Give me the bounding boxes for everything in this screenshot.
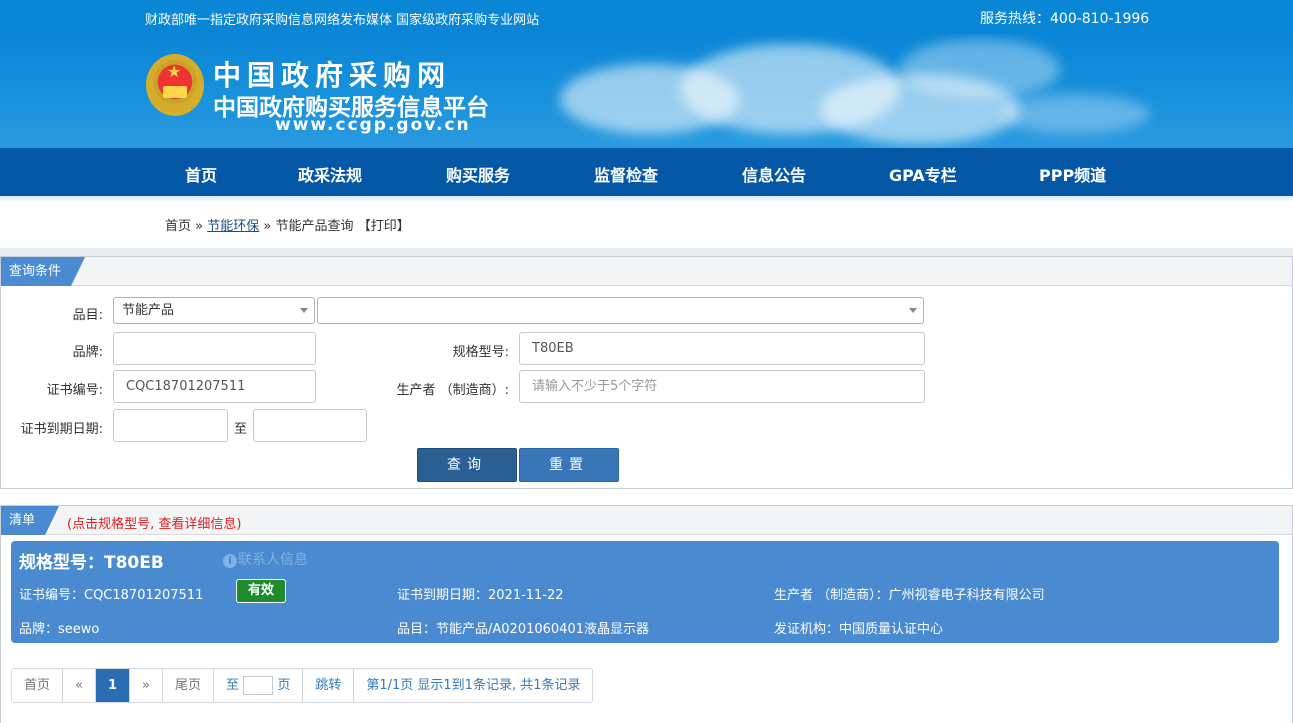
service-hotline: 服务热线：400-810-1996 bbox=[980, 11, 1150, 27]
contact-info-link[interactable]: i 联系人信息 bbox=[223, 549, 308, 569]
category-label: 品目: bbox=[72, 308, 103, 323]
result-expire-date: 证书到期日期：2021-11-22 bbox=[397, 588, 564, 603]
nav-item-supervision[interactable]: 监督检查 bbox=[594, 162, 658, 186]
contact-info-label: 联系人信息 bbox=[238, 552, 308, 568]
nav-item-gpa[interactable]: GPA专栏 bbox=[889, 162, 957, 186]
reset-button[interactable]: 重置 bbox=[519, 448, 619, 482]
nav-item-ppp[interactable]: PPP频道 bbox=[1039, 162, 1106, 186]
brand-label: 品牌: bbox=[72, 345, 103, 360]
main-nav: 首页 政采法规 购买服务 监督检查 信息公告 GPA专栏 PPP频道 bbox=[0, 148, 1293, 196]
jump-button[interactable]: 跳转 bbox=[303, 669, 355, 702]
top-bar: 财政部唯一指定政府采购信息网络发布媒体 国家级政府采购专业网站 服务热线：400… bbox=[0, 0, 1293, 34]
site-logo-url: www.ccgp.gov.cn bbox=[275, 115, 471, 135]
brand-input[interactable] bbox=[113, 332, 316, 365]
first-page-button[interactable]: 首页 bbox=[12, 669, 64, 702]
expire-date-label: 证书到期日期: bbox=[20, 422, 103, 437]
result-model-link[interactable]: 规格型号：T80EB bbox=[19, 548, 164, 573]
result-list-title: 清单 bbox=[1, 506, 59, 535]
result-brand: 品牌：seewo bbox=[19, 622, 100, 637]
date-range-separator: 至 bbox=[233, 422, 247, 437]
result-cert-number: 证书编号：CQC18701207511 bbox=[19, 588, 204, 603]
site-banner: ★ 中国政府采购网 中国政府购买服务信息平台 www.ccgp.gov.cn bbox=[0, 34, 1293, 148]
breadcrumb-home[interactable]: 首页 bbox=[165, 219, 191, 234]
goto-prefix: 至 bbox=[226, 678, 240, 693]
maker-label: 生产者 （制造商）: bbox=[396, 383, 509, 398]
goto-page-control: 至 页 bbox=[214, 669, 304, 702]
result-list-hint: (点击规格型号, 查看详细信息) bbox=[67, 517, 242, 532]
result-issuer: 发证机构：中国质量认证中心 bbox=[774, 622, 944, 637]
category-select[interactable]: 节能产品 bbox=[113, 297, 315, 324]
breadcrumb: 首页 » 节能环保 » 节能产品查询 【打印】 bbox=[165, 215, 410, 234]
result-list-header: 清单 (点击规格型号, 查看详细信息) bbox=[1, 506, 1292, 535]
goto-page-input[interactable] bbox=[243, 676, 274, 695]
breadcrumb-separator: » bbox=[195, 219, 204, 234]
cert-number-label: 证书编号: bbox=[46, 383, 103, 398]
breadcrumb-separator: » bbox=[263, 219, 272, 234]
info-icon: i bbox=[223, 554, 237, 568]
print-link[interactable]: 【打印】 bbox=[358, 219, 410, 234]
result-category: 品目：节能产品/A0201060401液晶显示器 bbox=[397, 622, 649, 637]
page-number-button[interactable]: 1 bbox=[95, 669, 131, 702]
nav-item-services[interactable]: 购买服务 bbox=[446, 162, 510, 186]
site-slogan: 财政部唯一指定政府采购信息网络发布媒体 国家级政府采购专业网站 bbox=[145, 13, 540, 28]
breadcrumb-current: 节能产品查询 bbox=[275, 219, 354, 234]
last-page-button[interactable]: 尾页 bbox=[163, 669, 215, 702]
result-maker: 生产者 （制造商）：广州视睿电子科技有限公司 bbox=[774, 588, 1045, 603]
expire-date-to-input[interactable] bbox=[253, 409, 367, 442]
expire-date-from-input[interactable] bbox=[113, 409, 228, 442]
national-emblem-icon: ★ bbox=[146, 54, 204, 116]
nav-item-regulations[interactable]: 政采法规 bbox=[298, 162, 362, 186]
chevron-down-icon bbox=[300, 308, 308, 313]
result-card: 规格型号：T80EB i 联系人信息 证书编号：CQC18701207511 有效… bbox=[11, 541, 1279, 643]
cert-number-input[interactable]: CQC18701207511 bbox=[113, 370, 316, 403]
pagination: 首页 « 1 » 尾页 至 页 跳转 第1/1页 显示1到1条记录, 共1条记录 bbox=[11, 668, 594, 703]
model-input[interactable]: T80EB bbox=[519, 332, 925, 365]
nav-shadow bbox=[0, 196, 1293, 202]
query-panel: 查询条件 品目: 节能产品 品牌: 规格型号: T80EB 证书编号: CQC1… bbox=[0, 256, 1293, 489]
pagination-summary: 第1/1页 显示1到1条记录, 共1条记录 bbox=[354, 669, 593, 702]
model-label: 规格型号: bbox=[452, 345, 509, 360]
query-panel-title: 查询条件 bbox=[1, 257, 85, 286]
query-panel-header: 查询条件 bbox=[1, 257, 1292, 286]
breadcrumb-section[interactable]: 节能环保 bbox=[207, 219, 259, 234]
query-button[interactable]: 查询 bbox=[417, 448, 517, 482]
chevron-down-icon bbox=[909, 308, 917, 313]
status-badge: 有效 bbox=[236, 579, 286, 603]
goto-suffix: 页 bbox=[277, 678, 291, 693]
nav-item-home[interactable]: 首页 bbox=[185, 162, 217, 186]
next-page-button[interactable]: » bbox=[130, 669, 163, 702]
divider bbox=[0, 248, 1293, 256]
maker-input[interactable]: 请输入不少于5个字符 bbox=[519, 370, 925, 403]
prev-page-button[interactable]: « bbox=[63, 669, 96, 702]
nav-item-announcements[interactable]: 信息公告 bbox=[742, 162, 806, 186]
subcategory-select[interactable] bbox=[317, 297, 924, 324]
category-select-value: 节能产品 bbox=[122, 303, 175, 318]
